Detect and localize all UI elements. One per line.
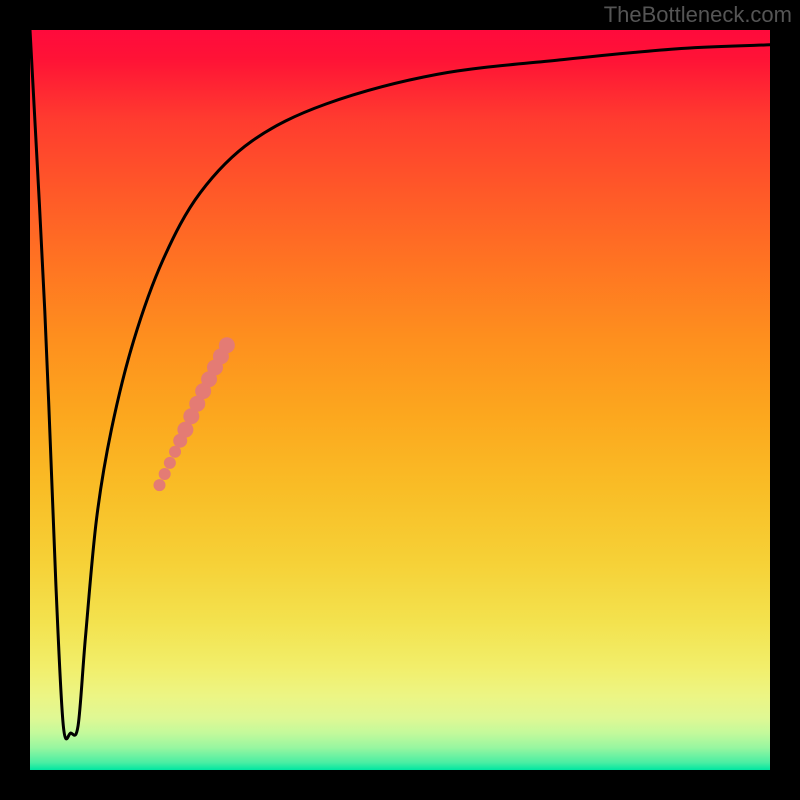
watermark-text: TheBottleneck.com <box>604 2 792 28</box>
highlight-marker <box>219 337 235 353</box>
plot-area <box>30 30 770 770</box>
highlight-marker <box>164 457 176 469</box>
bottleneck-curve-path <box>30 30 770 739</box>
highlight-marker <box>159 468 171 480</box>
highlight-markers <box>154 337 235 491</box>
curve-layer <box>30 30 770 770</box>
bottleneck-curve <box>30 30 770 739</box>
plot-frame <box>30 30 770 770</box>
highlight-marker <box>154 479 166 491</box>
